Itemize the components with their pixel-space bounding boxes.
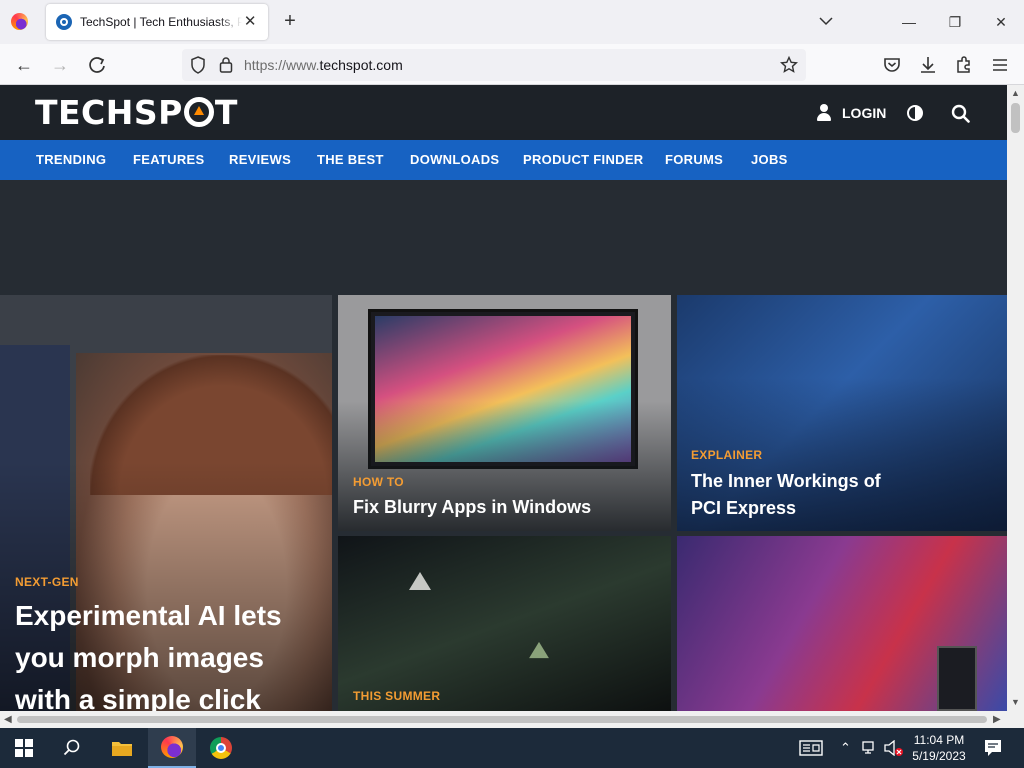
article-card-pci-express[interactable]: EXPLAINER The Inner Workings of PCI Expr… <box>677 295 1007 531</box>
card-tag[interactable]: THIS SUMMER <box>353 689 440 703</box>
chrome-center-icon <box>216 743 226 753</box>
card-title[interactable]: Experimental AI lets you morph images wi… <box>15 595 315 711</box>
nav-trending[interactable]: TRENDING <box>36 152 106 167</box>
hamburger-menu-icon[interactable] <box>989 54 1011 76</box>
contrast-toggle-icon[interactable] <box>907 105 923 121</box>
vertical-scroll-thumb[interactable] <box>1011 103 1020 133</box>
tray-chevron-up-icon[interactable]: ⌃ <box>840 740 851 756</box>
site-header: TECHSP T LOGIN <box>0 85 1007 140</box>
firefox-taskbar-icon[interactable] <box>148 728 196 768</box>
close-window-icon[interactable]: ✕ <box>991 12 1011 32</box>
card-tag[interactable]: HOW TO <box>353 475 404 489</box>
shield-icon[interactable] <box>190 56 206 74</box>
login-button[interactable]: LOGIN <box>816 104 886 121</box>
user-icon <box>816 104 832 121</box>
bookmark-star-icon[interactable] <box>780 56 798 74</box>
system-clock[interactable]: 11:04 PM 5/19/2023 <box>906 732 972 764</box>
close-tab-icon[interactable]: ✕ <box>242 14 258 30</box>
network-icon[interactable] <box>862 741 878 755</box>
scrollbar-corner <box>1007 711 1024 728</box>
logo-o-icon <box>183 97 214 127</box>
nav-jobs[interactable]: JOBS <box>751 152 788 167</box>
article-card-chip[interactable] <box>677 536 1007 711</box>
scroll-left-icon[interactable]: ◀ <box>4 714 12 725</box>
nav-downloads[interactable]: DOWNLOADS <box>410 152 499 167</box>
nav-the-best[interactable]: THE BEST <box>317 152 384 167</box>
folder-icon <box>112 742 132 756</box>
article-card-ai-morph[interactable]: NEXT-GEN Experimental AI lets you morph … <box>0 295 332 711</box>
horizontal-scroll-thumb[interactable] <box>17 716 987 723</box>
minimize-icon[interactable]: — <box>899 12 919 32</box>
firefox-logo-icon <box>161 736 183 758</box>
tab-strip: TechSpot | Tech Enthusiasts, Power Users… <box>0 0 1024 44</box>
nvidia-triangle-icon <box>529 641 549 659</box>
windows-logo-icon <box>15 739 33 757</box>
techspot-favicon-icon <box>56 14 72 30</box>
notifications-icon[interactable] <box>984 739 1002 757</box>
chevron-down-icon[interactable] <box>817 12 835 30</box>
new-tab-icon[interactable]: + <box>280 11 300 31</box>
firefox-menu-icon[interactable] <box>11 13 28 30</box>
chrome-taskbar-icon[interactable] <box>197 728 245 768</box>
reload-icon[interactable] <box>86 54 108 76</box>
scroll-right-icon[interactable]: ▶ <box>993 714 1001 725</box>
card-title[interactable]: Fix Blurry Apps in Windows <box>353 496 591 518</box>
forward-arrow-icon[interactable]: → <box>49 54 71 76</box>
file-explorer-icon[interactable] <box>98 728 146 768</box>
tab-techspot[interactable]: TechSpot | Tech Enthusiasts, Power Users… <box>46 4 268 40</box>
windows-start-icon[interactable] <box>0 728 48 768</box>
card-tag[interactable]: NEXT-GEN <box>15 575 79 589</box>
main-nav: TRENDING FEATURES REVIEWS THE BEST DOWNL… <box>0 140 1007 180</box>
search-icon[interactable] <box>951 104 970 123</box>
scroll-up-icon[interactable]: ▲ <box>1011 88 1020 98</box>
nav-forums[interactable]: FORUMS <box>665 152 723 167</box>
card-image-connector <box>937 646 977 711</box>
extensions-icon[interactable] <box>953 54 975 76</box>
taskbar: ⌃ 11:04 PM 5/19/2023 <box>0 728 1024 768</box>
horizontal-scrollbar[interactable]: ◀ ▶ <box>0 711 1007 728</box>
magnifier-icon <box>63 739 80 756</box>
search-taskbar-icon[interactable] <box>48 728 96 768</box>
url-text[interactable]: https://www.techspot.com <box>244 57 403 73</box>
news-widget-icon[interactable] <box>799 740 823 756</box>
volume-muted-icon[interactable] <box>884 740 904 756</box>
nav-reviews[interactable]: REVIEWS <box>229 152 291 167</box>
tab-title: TechSpot | Tech Enthusiasts, Power Users <box>80 15 243 29</box>
restore-icon[interactable]: ❐ <box>945 12 965 32</box>
techspot-logo[interactable]: TECHSP T <box>35 94 238 132</box>
lock-icon[interactable] <box>219 56 233 73</box>
nav-toolbar: ← → https://www.techspot.com <box>0 44 1024 85</box>
url-bar[interactable]: https://www.techspot.com <box>182 49 806 81</box>
card-title[interactable]: The Inner Workings of PCI Express <box>691 468 891 522</box>
article-card-blurry-apps[interactable]: HOW TO Fix Blurry Apps in Windows <box>338 295 671 531</box>
card-tag[interactable]: EXPLAINER <box>691 448 762 462</box>
clock-date: 5/19/2023 <box>912 749 966 763</box>
web-content: TECHSP T LOGIN TRENDING FEATURES REVIEWS … <box>0 85 1007 711</box>
nav-product-finder[interactable]: PRODUCT FINDER <box>523 152 643 167</box>
article-card-this-summer[interactable]: THIS SUMMER <box>338 536 671 711</box>
nvidia-triangle-icon <box>409 572 431 590</box>
back-arrow-icon[interactable]: ← <box>13 54 35 76</box>
clock-time: 11:04 PM <box>913 733 965 747</box>
downloads-icon[interactable] <box>917 54 939 76</box>
chrome-logo-icon <box>210 737 232 759</box>
scroll-down-icon[interactable]: ▼ <box>1011 697 1020 707</box>
vertical-scrollbar[interactable]: ▲ ▼ <box>1007 85 1024 711</box>
pocket-icon[interactable] <box>881 54 903 76</box>
nav-features[interactable]: FEATURES <box>133 152 205 167</box>
